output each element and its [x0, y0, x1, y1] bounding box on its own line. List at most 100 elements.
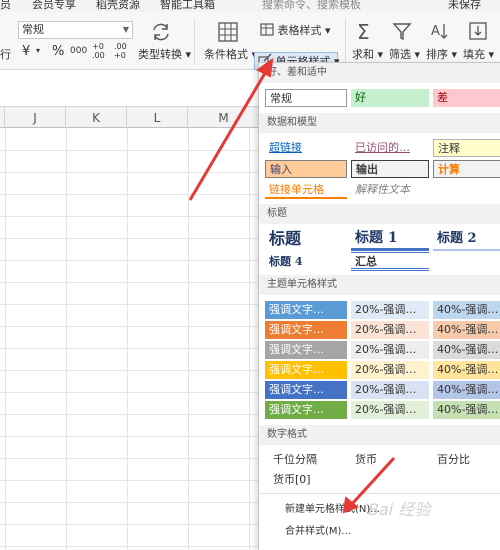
- style-20pct-accent-3[interactable]: 20%-强调…: [351, 341, 429, 359]
- style-20pct-accent-4[interactable]: 20%-强调…: [351, 361, 429, 379]
- gridline: [127, 128, 128, 550]
- gridline: [0, 458, 260, 459]
- currency-button[interactable]: ¥: [22, 44, 30, 59]
- style-accent-3[interactable]: 强调文字…: [265, 341, 347, 359]
- section-titles: 标题: [259, 204, 500, 224]
- style-title[interactable]: 标题: [265, 229, 347, 251]
- style-explanatory-text[interactable]: 解释性文本: [351, 181, 441, 199]
- search-command-input[interactable]: 搜索命令、搜索模板: [262, 0, 361, 12]
- menu-item-docer[interactable]: 稻壳资源: [96, 0, 140, 12]
- gridline: [0, 392, 260, 393]
- column-header-l[interactable]: L: [127, 106, 188, 128]
- style-normal[interactable]: 常规: [265, 89, 347, 107]
- style-20pct-accent-6[interactable]: 20%-强调…: [351, 401, 429, 419]
- thousands-button[interactable]: 000: [70, 46, 87, 56]
- style-currency[interactable]: 货币: [351, 451, 429, 469]
- decrease-decimal-button[interactable]: .00 +0: [114, 42, 128, 60]
- menu-item-vip[interactable]: 会员专享: [32, 0, 76, 12]
- gridline: [0, 370, 260, 371]
- number-format-select[interactable]: 常规 ▼: [18, 21, 133, 39]
- column-header-m[interactable]: M: [188, 106, 260, 128]
- gridline: [0, 304, 260, 305]
- gridline: [0, 216, 260, 217]
- style-heading-4[interactable]: 标题 4: [265, 253, 347, 271]
- style-20pct-accent-1[interactable]: 20%-强调…: [351, 301, 429, 319]
- gridline: [0, 238, 260, 239]
- style-20pct-accent-2[interactable]: 20%-强调…: [351, 321, 429, 339]
- style-accent-2[interactable]: 强调文字…: [265, 321, 347, 339]
- style-comma[interactable]: 千位分隔: [269, 451, 347, 469]
- style-currency-0[interactable]: 货币[0]: [269, 471, 347, 489]
- section-data-model: 数据和模型: [259, 113, 500, 133]
- filter-button[interactable]: 筛选 ▾: [389, 46, 420, 62]
- menu-item[interactable]: 员: [0, 0, 11, 12]
- gridline: [66, 128, 67, 550]
- percent-button[interactable]: %: [52, 44, 64, 59]
- conditional-format-icon[interactable]: [218, 22, 238, 45]
- gridline: [0, 546, 260, 547]
- merge-styles-menu-item[interactable]: 合并样式(M)...: [285, 522, 351, 537]
- style-accent-1[interactable]: 强调文字…: [265, 301, 347, 319]
- sum-icon[interactable]: Σ: [357, 20, 370, 44]
- style-good[interactable]: 好: [351, 89, 429, 107]
- style-heading-2[interactable]: 标题 2: [433, 229, 500, 251]
- style-percent[interactable]: 百分比: [433, 451, 500, 469]
- chevron-down-icon[interactable]: ▾: [36, 46, 40, 55]
- sum-button[interactable]: 求和 ▾: [352, 46, 383, 62]
- new-cell-style-menu-item[interactable]: 新建单元格样式(N)...: [285, 500, 380, 515]
- gridline: [0, 480, 260, 481]
- style-40pct-accent-3[interactable]: 40%-强调…: [433, 341, 500, 359]
- style-output[interactable]: 输出: [351, 160, 429, 178]
- gridline: [0, 282, 260, 283]
- filter-icon[interactable]: [392, 21, 412, 44]
- type-convert-label: 类型转换: [138, 48, 182, 61]
- menu-item-toolbox[interactable]: 智能工具箱: [160, 0, 215, 12]
- style-accent-6[interactable]: 强调文字…: [265, 401, 347, 419]
- style-calculation[interactable]: 计算: [433, 160, 500, 178]
- sort-icon[interactable]: A: [430, 21, 450, 44]
- fill-button[interactable]: 填充 ▾: [463, 46, 494, 62]
- chevron-down-icon: ▼: [122, 25, 129, 34]
- column-header-j[interactable]: J: [5, 106, 66, 128]
- style-40pct-accent-6[interactable]: 40%-强调…: [433, 401, 500, 419]
- style-40pct-accent-1[interactable]: 40%-强调…: [433, 301, 500, 319]
- type-convert-button[interactable]: 类型转换 ▾: [138, 46, 191, 62]
- fill-label: 填充: [463, 48, 485, 61]
- sort-button[interactable]: 排序 ▾: [426, 46, 457, 62]
- gridline: [0, 348, 260, 349]
- number-format-value: 常规: [22, 23, 44, 36]
- style-bad[interactable]: 差: [433, 89, 500, 107]
- cell-style-dropdown: 好、差和适中 常规 好 差 数据和模型 超链接 已访问的… 注释 输入 输出 计…: [258, 62, 500, 550]
- filter-label: 筛选: [389, 48, 411, 61]
- divider: [259, 493, 500, 494]
- increase-decimal-button[interactable]: +0 .00: [92, 42, 106, 60]
- style-note[interactable]: 注释: [433, 139, 500, 157]
- style-accent-4[interactable]: 强调文字…: [265, 361, 347, 379]
- column-header-k[interactable]: K: [66, 106, 127, 128]
- style-accent-5[interactable]: 强调文字…: [265, 381, 347, 399]
- style-input[interactable]: 输入: [265, 160, 347, 178]
- table-style-button[interactable]: 表格样式 ▾: [260, 22, 331, 39]
- spreadsheet[interactable]: J K L M: [0, 70, 260, 550]
- style-40pct-accent-5[interactable]: 40%-强调…: [433, 381, 500, 399]
- gridline: [0, 326, 260, 327]
- conditional-format-label: 条件格式: [204, 48, 248, 61]
- gridline: [0, 150, 260, 151]
- type-convert-icon[interactable]: [150, 22, 172, 45]
- style-total[interactable]: 汇总: [351, 252, 429, 271]
- style-hyperlink[interactable]: 超链接: [265, 139, 347, 157]
- gridline: [0, 436, 260, 437]
- style-linked-cell[interactable]: 链接单元格: [265, 181, 347, 199]
- style-20pct-accent-5[interactable]: 20%-强调…: [351, 381, 429, 399]
- style-40pct-accent-4[interactable]: 40%-强调…: [433, 361, 500, 379]
- unsaved-status[interactable]: 未保存: [448, 0, 481, 12]
- gridline: [0, 524, 260, 525]
- style-visited-hyperlink[interactable]: 已访问的…: [351, 139, 429, 157]
- fill-icon[interactable]: [468, 21, 488, 44]
- row-label[interactable]: 行: [0, 46, 11, 62]
- conditional-format-button[interactable]: 条件格式 ▾: [204, 46, 257, 62]
- style-40pct-accent-2[interactable]: 40%-强调…: [433, 321, 500, 339]
- gridline: [0, 502, 260, 503]
- gridline: [0, 260, 260, 261]
- style-heading-1[interactable]: 标题 1: [351, 229, 429, 251]
